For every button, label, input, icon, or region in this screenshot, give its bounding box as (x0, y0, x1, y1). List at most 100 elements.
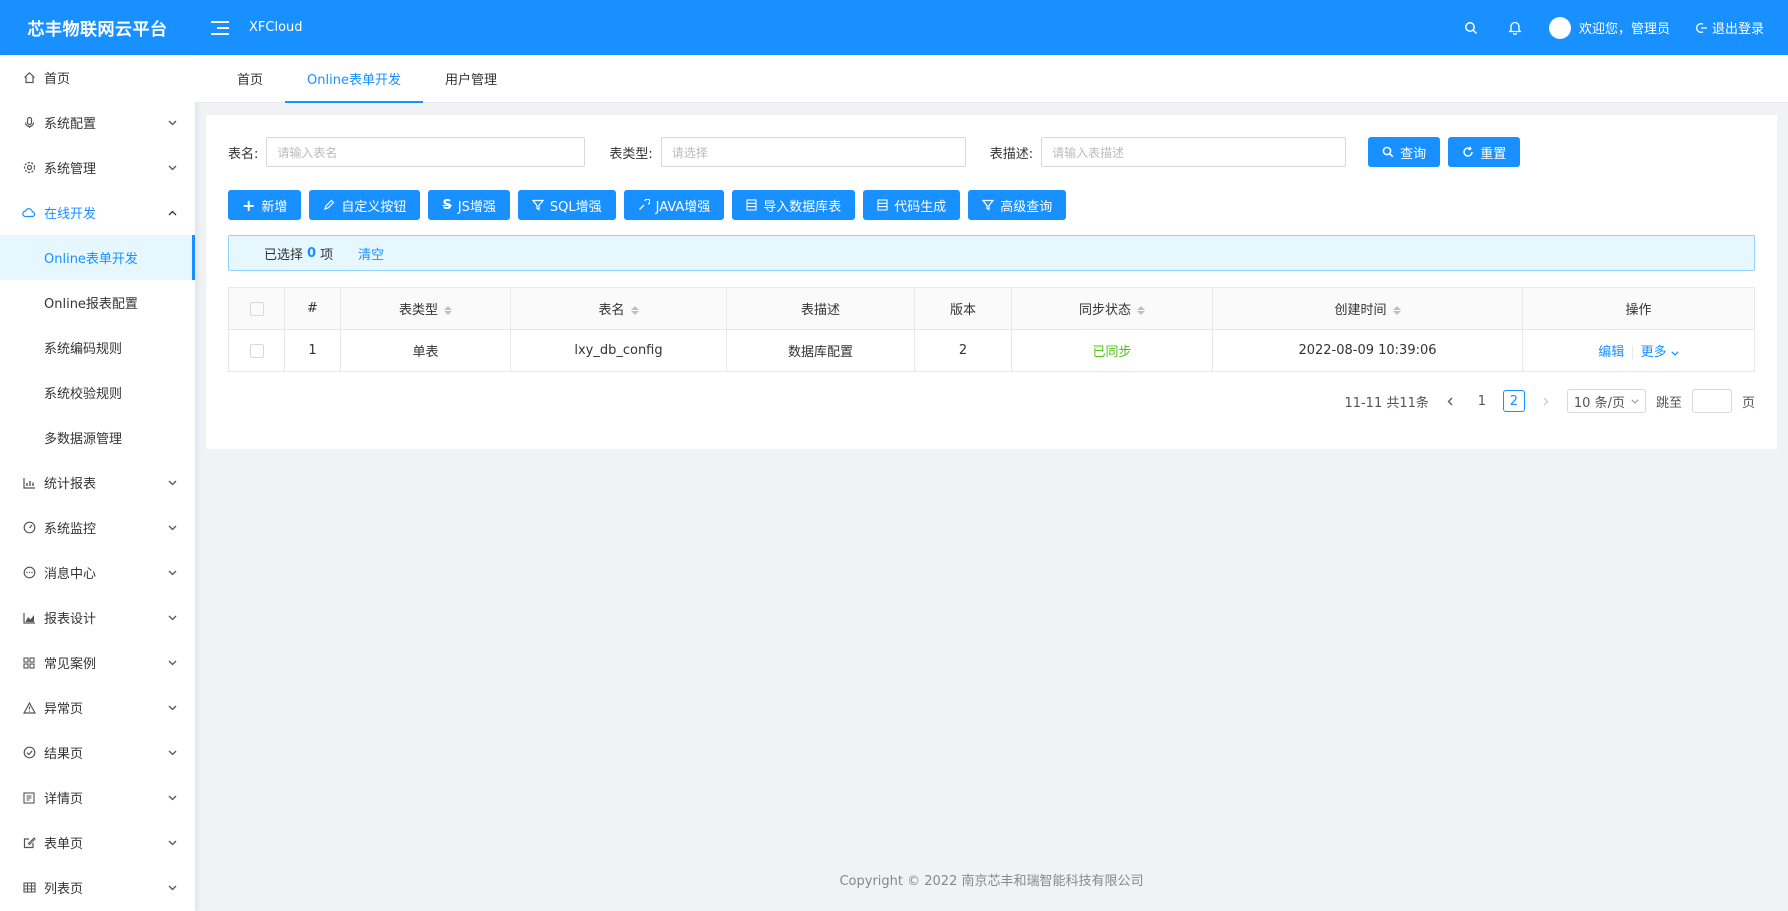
table-name-label: 表名: (228, 146, 259, 162)
search-form: 表名: 请输入表名 表类型: 请选择 表描述: 请输入表描述 查询 重置 (228, 137, 1521, 167)
col-sync-status-label: 同步状态 (1078, 303, 1131, 318)
import-db-label: 导入数据库表 (763, 199, 842, 215)
page-1-button[interactable]: 1 (1471, 390, 1493, 412)
logout-label: 退出登录 (1711, 22, 1764, 37)
search-icon[interactable] (1449, 0, 1493, 55)
sidebar-item-result[interactable]: 结果页 (0, 730, 195, 775)
alert-prefix: 已选择 (264, 247, 304, 263)
cell-index: 1 (284, 329, 341, 372)
chevron-left-icon (1447, 397, 1453, 405)
sidebar-item-online-dev[interactable]: 在线开发 (0, 190, 195, 235)
sidebar-item-list[interactable]: 列表页 (0, 865, 195, 910)
select-all-cell (228, 287, 285, 330)
col-created-label: 创建时间 (1334, 303, 1387, 318)
filter-icon (531, 199, 544, 211)
more-dropdown[interactable]: 更多 (1641, 345, 1679, 360)
table-desc-input[interactable]: 请输入表描述 (1041, 137, 1347, 167)
sidebar-subitem-online-form[interactable]: Online表单开发 (0, 235, 195, 280)
col-created[interactable]: 创建时间 (1212, 287, 1523, 330)
row-checkbox[interactable] (249, 343, 264, 358)
sidebar-item-home[interactable]: 首页 (0, 55, 195, 100)
logout-button[interactable]: 退出登录 (1696, 18, 1764, 37)
col-version: 版本 (914, 287, 1012, 330)
tab-online-form[interactable]: Online表单开发 (285, 55, 423, 103)
pen-icon (324, 199, 335, 210)
sidebar-subitem-datasource[interactable]: 多数据源管理 (0, 415, 195, 460)
user-menu[interactable]: 欢迎您，管理员 (1548, 16, 1670, 39)
home-icon (22, 71, 36, 85)
add-button[interactable]: + 新增 (228, 190, 302, 220)
custom-button-button[interactable]: 自定义按钮 (309, 190, 421, 220)
cell-actions: 编辑 | 更多 (1522, 329, 1755, 372)
sidebar-item-system-management[interactable]: 系统管理 (0, 145, 195, 190)
chevron-down-icon (1631, 398, 1639, 404)
advanced-query-label: 高级查询 (1000, 199, 1053, 215)
js-enhance-button[interactable]: S JS增强 (428, 190, 510, 220)
col-sync-status[interactable]: 同步状态 (1011, 287, 1213, 330)
chevron-down-icon (168, 745, 177, 760)
cloud-icon (22, 206, 36, 220)
table-type-label: 表类型: (609, 146, 653, 162)
clear-selection-link[interactable]: 清空 (358, 244, 384, 263)
table-desc-label: 表描述: (989, 146, 1034, 162)
bar-chart-icon (22, 476, 36, 490)
sidebar-item-report-design[interactable]: 报表设计 (0, 595, 195, 640)
custom-button-label: 自定义按钮 (341, 199, 407, 215)
table-name-input[interactable]: 请输入表名 (266, 137, 586, 167)
more-label: 更多 (1640, 345, 1667, 360)
table-icon (22, 881, 36, 895)
page-2-button[interactable]: 2 (1502, 390, 1525, 412)
sidebar-item-monitor[interactable]: 系统监控 (0, 505, 195, 550)
sidebar-item-exception[interactable]: 异常页 (0, 685, 195, 730)
sidebar-item-statistics[interactable]: 统计报表 (0, 460, 195, 505)
sidebar-item-form[interactable]: 表单页 (0, 820, 195, 865)
col-table-name[interactable]: 表名 (510, 287, 727, 330)
sidebar-subitem-check-rule[interactable]: 系统校验规则 (0, 370, 195, 415)
next-page-button[interactable] (1535, 390, 1557, 412)
sidebar-subitem-code-rule[interactable]: 系统编码规则 (0, 325, 195, 370)
reset-button[interactable]: 重置 (1448, 137, 1521, 167)
header-actions: 欢迎您，管理员 退出登录 (1449, 0, 1788, 55)
sidebar-item-message[interactable]: 消息中心 (0, 550, 195, 595)
edit-link[interactable]: 编辑 (1598, 345, 1624, 360)
gear-icon (22, 161, 36, 175)
plus-icon: + (242, 195, 256, 215)
table-row: 1 单表 lxy_db_config 数据库配置 2 已同步 2022-08-0… (228, 329, 1755, 372)
sidebar-subitem-online-report[interactable]: Online报表配置 (0, 280, 195, 325)
sidebar-item-cases[interactable]: 常见案例 (0, 640, 195, 685)
jump-page-input[interactable] (1691, 389, 1732, 413)
chevron-down-icon (168, 790, 177, 805)
sort-icon (1137, 306, 1145, 315)
menu-fold-icon[interactable] (211, 18, 231, 38)
divider: | (1630, 345, 1635, 360)
col-table-type[interactable]: 表类型 (340, 287, 511, 330)
chevron-down-icon (168, 610, 177, 625)
sidebar-item-label: 报表设计 (44, 612, 97, 627)
chevron-down-icon (168, 520, 177, 535)
col-table-name-label: 表名 (598, 303, 625, 318)
prev-page-button[interactable] (1439, 390, 1461, 412)
import-db-button[interactable]: 导入数据库表 (732, 190, 856, 220)
bell-icon[interactable] (1493, 0, 1537, 55)
code-gen-button[interactable]: 代码生成 (863, 190, 961, 220)
page-size-select[interactable]: 10 条/页 (1566, 389, 1646, 413)
sidebar-item-detail[interactable]: 详情页 (0, 775, 195, 820)
query-button[interactable]: 查询 (1368, 137, 1441, 167)
sidebar-item-system-config[interactable]: 系统配置 (0, 100, 195, 145)
filter-icon (982, 199, 995, 211)
table-type-select[interactable]: 请选择 (660, 137, 966, 167)
avatar[interactable] (1548, 16, 1571, 39)
advanced-query-button[interactable]: 高级查询 (968, 190, 1067, 220)
col-actions: 操作 (1522, 287, 1755, 330)
jump-label: 跳至 (1655, 395, 1682, 411)
sidebar-item-label: 常见案例 (44, 657, 97, 672)
java-enhance-button[interactable]: JAVA增强 (623, 190, 725, 220)
selected-count: 0 (307, 245, 317, 261)
page-size-value: 10 条/页 (1573, 395, 1625, 411)
sql-enhance-button[interactable]: SQL增强 (517, 190, 616, 220)
welcome-text: 欢迎您，管理员 (1578, 22, 1670, 37)
tab-user-management[interactable]: 用户管理 (423, 55, 519, 103)
select-all-checkbox[interactable] (249, 301, 264, 316)
tab-home[interactable]: 首页 (215, 55, 285, 103)
app-logo[interactable]: 芯丰物联网云平台 (0, 15, 195, 40)
